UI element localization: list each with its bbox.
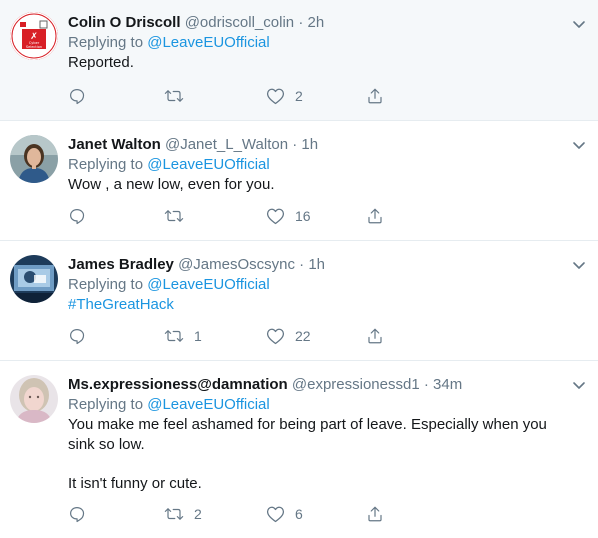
share-icon [368,208,382,224]
separator-dot: · [292,136,298,153]
separator-dot: · [423,376,429,393]
display-name[interactable]: James Bradley [68,256,174,273]
share-icon [368,88,382,104]
replying-to-label: Replying to [68,396,144,413]
share-button[interactable] [366,326,384,346]
reply-button[interactable] [68,504,86,524]
tweet-feed: ✗ Cyber Selection Colin O Driscoll @odri… [0,0,598,538]
replying-to-label: Replying to [68,156,144,173]
replying-to-label: Replying to [68,34,144,51]
hashtag-link[interactable]: #TheGreatHack [68,296,174,313]
retweet-icon [164,508,184,520]
reply-icon [70,329,85,345]
like-count: 6 [295,506,303,522]
timestamp[interactable]: 34m [433,376,462,393]
like-count: 2 [295,88,303,104]
timestamp[interactable]: 2h [307,14,324,31]
avatar[interactable] [10,255,58,303]
separator-dot: · [298,14,304,31]
like-icon [266,506,285,523]
mention-link[interactable]: @LeaveEUOfficial [147,34,270,51]
like-count: 16 [295,208,311,224]
retweet-button[interactable]: 1 [164,326,202,346]
reply-icon [70,209,85,225]
replying-to: Replying to @LeaveEUOfficial [68,275,568,295]
like-count: 22 [295,328,311,344]
like-icon [266,328,285,345]
handle[interactable]: @odriscoll_colin [185,14,294,31]
handle[interactable]: @expressionessd1 [292,376,420,393]
replying-to: Replying to @LeaveEUOfficial [68,33,568,53]
reply-button[interactable] [68,206,86,226]
tweet[interactable]: Janet Walton @Janet_L_Walton · 1h Replyi… [0,121,598,241]
tweet-header: James Bradley @JamesOscsync · 1h [68,255,568,275]
avatar[interactable] [10,135,58,183]
reply-icon [70,507,85,523]
retweet-button[interactable] [164,206,194,226]
chevron-down-icon[interactable] [572,17,586,31]
mention-link[interactable]: @LeaveEUOfficial [147,156,270,173]
like-icon [266,88,285,105]
tweet-text: You make me feel ashamed for being part … [68,415,568,494]
chevron-down-icon[interactable] [572,258,586,272]
retweet-icon [164,210,184,222]
tweet[interactable]: James Bradley @JamesOscsync · 1h Replyin… [0,241,598,361]
separator-dot: · [299,256,305,273]
tweet-text-line: Wow , a new low, even for you. [68,176,275,193]
replying-to: Replying to @LeaveEUOfficial [68,395,568,415]
replying-to-label: Replying to [68,276,144,293]
retweet-count: 2 [194,506,202,522]
timestamp[interactable]: 1h [301,136,318,153]
avatar[interactable] [10,375,58,423]
mention-link[interactable]: @LeaveEUOfficial [147,396,270,413]
share-button[interactable] [366,86,384,106]
like-button[interactable]: 2 [266,86,303,106]
tweet[interactable]: ✗ Cyber Selection Colin O Driscoll @odri… [0,0,598,121]
retweet-count: 1 [194,328,202,344]
mention-link[interactable]: @LeaveEUOfficial [147,276,270,293]
share-icon [368,328,382,344]
tweet-text: Wow , a new low, even for you. [68,175,568,195]
timestamp[interactable]: 1h [308,256,325,273]
retweet-button[interactable]: 2 [164,504,202,524]
tweet-header: Janet Walton @Janet_L_Walton · 1h [68,135,568,155]
tweet-text-line: You make me feel ashamed for being part … [68,416,547,433]
tweet[interactable]: Ms.expressioness@damnation @expressiones… [0,361,598,538]
display-name[interactable]: Janet Walton [68,136,161,153]
share-button[interactable] [366,504,384,524]
display-name[interactable]: Colin O Driscoll [68,14,181,31]
tweet-text-line: Reported. [68,54,134,71]
tweet-text-line: It isn't funny or cute. [68,475,202,492]
like-icon [266,208,285,225]
share-icon [368,506,382,522]
tweet-text-line: sink so low. [68,436,145,453]
chevron-down-icon[interactable] [572,378,586,392]
handle[interactable]: @Janet_L_Walton [165,136,288,153]
display-name[interactable]: Ms.expressioness@damnation [68,376,288,393]
retweet-icon [164,330,184,342]
tweet-text: Reported. [68,53,568,73]
like-button[interactable]: 6 [266,504,303,524]
chevron-down-icon[interactable] [572,138,586,152]
retweet-icon [164,90,184,102]
like-button[interactable]: 22 [266,326,311,346]
replying-to: Replying to @LeaveEUOfficial [68,155,568,175]
retweet-button[interactable] [164,86,194,106]
tweet-header: Ms.expressioness@damnation @expressiones… [68,375,568,395]
handle[interactable]: @JamesOscsync [178,256,295,273]
avatar[interactable]: ✗ Cyber Selection [10,12,58,60]
share-button[interactable] [366,206,384,226]
avatar-badge-bottom: Selection [26,45,42,49]
reply-icon [70,89,85,105]
reply-button[interactable] [68,326,86,346]
tweet-text: #TheGreatHack [68,295,568,315]
like-button[interactable]: 16 [266,206,311,226]
tweet-header: Colin O Driscoll @odriscoll_colin · 2h [68,13,568,33]
reply-button[interactable] [68,86,86,106]
